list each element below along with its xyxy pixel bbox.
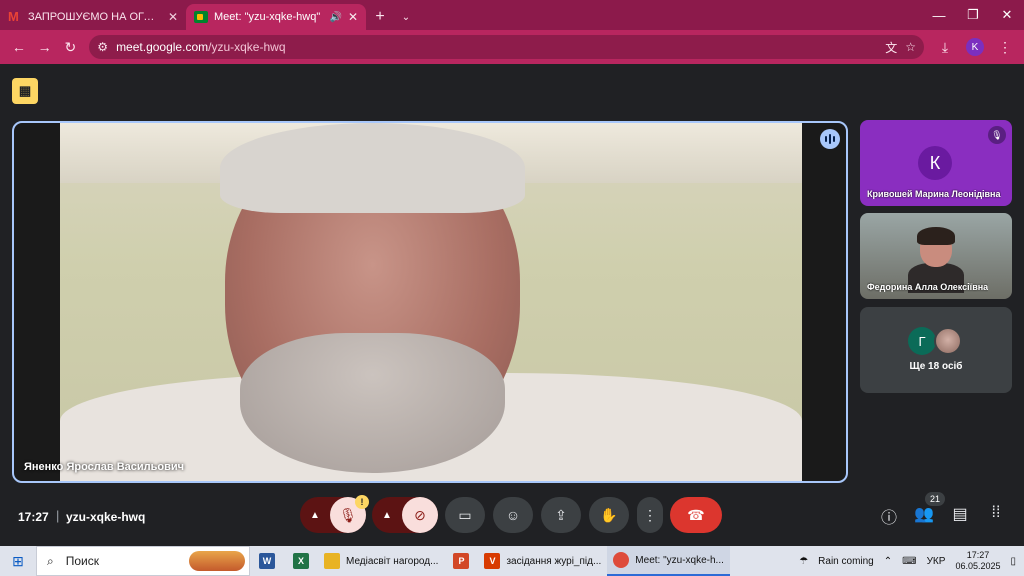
url-text: meet.google.com/yzu-xqke-hwq bbox=[116, 40, 877, 54]
chrome-icon bbox=[613, 552, 630, 568]
search-placeholder: Поиск bbox=[65, 554, 99, 568]
taskbar-excel[interactable]: X bbox=[284, 546, 318, 576]
taskbar-powerpoint[interactable]: P bbox=[444, 546, 478, 576]
close-window-icon[interactable]: ✕ bbox=[990, 0, 1024, 30]
video-off-badge-icon[interactable]: ▦ bbox=[12, 78, 38, 104]
main-speaker-tile[interactable]: Яненко Ярослав Васильович bbox=[12, 121, 848, 483]
taskbar-app-label: Meet: "yzu-xqke-h... bbox=[635, 554, 724, 566]
participant-name: Федорина Алла Олексіївна bbox=[867, 282, 989, 292]
participant-name: Кривошей Марина Леонідівна bbox=[867, 189, 1001, 199]
windows-taskbar: ⊞ ⌕ Поиск W X Медіасвіт нагород... P Vза… bbox=[0, 546, 1024, 576]
translate-icon[interactable]: 文 bbox=[885, 39, 897, 56]
clock-date: 06.05.2025 bbox=[955, 561, 1001, 571]
taskbar-app-label: Медіасвіт нагород... bbox=[346, 555, 439, 567]
speaker-video bbox=[60, 123, 802, 481]
keyboard-icon[interactable]: ⌨ bbox=[902, 556, 916, 567]
participant-photo-avatar bbox=[934, 327, 962, 355]
taskbar-app-label: засідання журі_під... bbox=[506, 555, 602, 567]
taskbar-app[interactable]: Vзасідання журі_під... bbox=[478, 546, 607, 576]
search-highlight-image bbox=[189, 551, 245, 571]
language-indicator[interactable]: УКР bbox=[927, 556, 946, 567]
tab-title: ЗАПРОШУЄМО НА ОГОЛОШЕ bbox=[28, 11, 162, 23]
more-options-button[interactable]: ⋮ bbox=[637, 497, 663, 533]
clock-time: 17:27 bbox=[966, 550, 990, 560]
excel-icon: X bbox=[293, 553, 309, 569]
people-icon[interactable]: 👥 bbox=[913, 504, 935, 524]
gmail-icon bbox=[8, 9, 22, 24]
reload-button[interactable]: ↻ bbox=[58, 34, 84, 60]
meeting-controls: 17:27 | yzu-xqke-hwq ▲ 🎙 ! ▲ ⊘ ▭ ☺ ⇪ ✋ ⋮… bbox=[0, 492, 1024, 544]
menu-icon[interactable]: ⋮ bbox=[992, 34, 1018, 60]
participant-avatar: Г bbox=[908, 327, 936, 355]
meet-stage: ▦ Яненко Ярослав Васильович К 🎙 Кривошей… bbox=[0, 64, 1024, 546]
present-screen-button[interactable]: ⇪ bbox=[541, 497, 581, 533]
windows-start-icon[interactable]: ⊞ bbox=[0, 553, 36, 570]
tray-chevron-icon[interactable]: ⌃ bbox=[884, 556, 892, 567]
video-beard bbox=[240, 333, 505, 473]
reactions-button[interactable]: ☺ bbox=[493, 497, 533, 533]
notification-icon[interactable]: ▯ bbox=[1010, 556, 1016, 567]
activities-icon[interactable]: ⁞⁞ bbox=[985, 504, 1007, 522]
more-participants-tile[interactable]: Г Ще 18 осіб bbox=[860, 307, 1012, 393]
raise-hand-button[interactable]: ✋ bbox=[589, 497, 629, 533]
participant-tile[interactable]: Федорина Алла Олексіївна bbox=[860, 213, 1012, 299]
weather-icon: ☂ bbox=[799, 555, 809, 567]
url-path: /yzu-xqke-hwq bbox=[208, 40, 286, 54]
camera-options-chevron-icon[interactable]: ▲ bbox=[372, 497, 402, 533]
participant-video-face bbox=[917, 227, 955, 267]
bookmark-star-icon[interactable]: ☆ bbox=[905, 40, 916, 54]
back-button[interactable]: ← bbox=[6, 34, 32, 60]
system-tray: ☂ Rain coming ⌃ ⌨ УКР 17:27 06.05.2025 ▯ bbox=[799, 550, 1024, 572]
mic-off-icon: 🎙 bbox=[988, 126, 1006, 144]
close-icon[interactable]: ✕ bbox=[348, 10, 358, 24]
search-icon: ⌕ bbox=[47, 553, 54, 568]
taskbar-app[interactable]: Медіасвіт нагород... bbox=[318, 546, 444, 576]
address-bar[interactable]: ⚙ meet.google.com/yzu-xqke-hwq 文 ☆ bbox=[89, 35, 924, 59]
taskbar-app[interactable]: Meet: "yzu-xqke-h... bbox=[607, 546, 730, 576]
chat-icon[interactable]: ▤ bbox=[949, 504, 971, 524]
meet-icon bbox=[194, 11, 208, 23]
tab-title: Meet: "yzu-xqke-hwq" bbox=[214, 11, 321, 23]
url-host: meet.google.com bbox=[116, 40, 209, 54]
weather-text[interactable]: Rain coming bbox=[818, 556, 874, 567]
camera-off-button[interactable]: ⊘ bbox=[402, 497, 438, 533]
main-speaker-name: Яненко Ярослав Васильович bbox=[24, 461, 185, 473]
mic-options-chevron-icon[interactable]: ▲ bbox=[300, 497, 330, 533]
taskbar-word[interactable]: W bbox=[250, 546, 284, 576]
browser-toolbar: ← → ↻ ⚙ meet.google.com/yzu-xqke-hwq 文 ☆… bbox=[0, 30, 1024, 64]
tab-strip: ЗАПРОШУЄМО НА ОГОЛОШЕ ✕ Meet: "yzu-xqke-… bbox=[0, 0, 1024, 30]
vivaldi-icon: V bbox=[484, 553, 501, 569]
mic-warning-badge: ! bbox=[355, 495, 369, 509]
word-icon: W bbox=[259, 553, 275, 569]
forward-button[interactable]: → bbox=[32, 34, 58, 60]
taskbar-search[interactable]: ⌕ Поиск bbox=[36, 546, 250, 576]
window-controls: — ❐ ✕ bbox=[922, 0, 1024, 30]
restore-icon[interactable]: ❐ bbox=[956, 0, 990, 30]
divider: | bbox=[56, 508, 60, 523]
taskbar-clock[interactable]: 17:27 06.05.2025 bbox=[955, 550, 1000, 572]
video-hair bbox=[220, 123, 525, 213]
close-icon[interactable]: ✕ bbox=[168, 10, 178, 24]
tab-meet[interactable]: Meet: "yzu-xqke-hwq" 🔊 ✕ bbox=[186, 4, 366, 30]
end-call-button[interactable]: ☎ bbox=[670, 497, 722, 533]
speaker-icon[interactable]: 🔊 bbox=[329, 12, 341, 23]
meeting-time: 17:27 bbox=[18, 510, 49, 524]
tab-search-chevron-icon[interactable]: ⌄ bbox=[394, 4, 418, 30]
speaking-indicator-icon bbox=[820, 129, 840, 149]
download-icon[interactable]: ⤓ bbox=[932, 34, 958, 60]
camera-control-group: ▲ ⊘ bbox=[372, 497, 438, 533]
tab-gmail[interactable]: ЗАПРОШУЄМО НА ОГОЛОШЕ ✕ bbox=[0, 4, 186, 30]
captions-button[interactable]: ▭ bbox=[445, 497, 485, 533]
powerpoint-icon: P bbox=[453, 553, 470, 569]
meeting-code: yzu-xqke-hwq bbox=[66, 510, 146, 524]
meeting-info-icon[interactable]: ⓘ bbox=[878, 504, 900, 528]
site-settings-icon[interactable]: ⚙ bbox=[97, 40, 108, 54]
more-participants-label: Ще 18 осіб bbox=[909, 361, 963, 372]
minimize-icon[interactable]: — bbox=[922, 0, 956, 30]
new-tab-button[interactable]: + bbox=[366, 4, 394, 30]
profile-avatar[interactable]: K bbox=[965, 38, 984, 56]
participant-avatar: К bbox=[918, 146, 952, 180]
folder-icon bbox=[324, 553, 340, 569]
participant-tile[interactable]: К 🎙 Кривошей Марина Леонідівна bbox=[860, 120, 1012, 206]
